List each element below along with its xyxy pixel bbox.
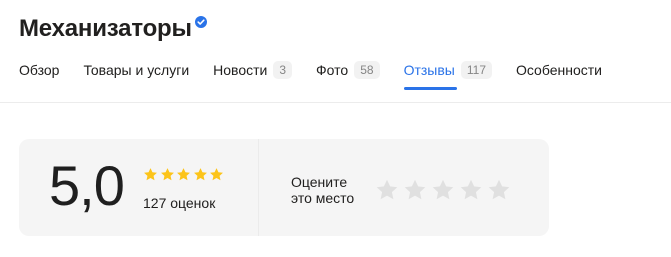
star-filled-icon: [193, 168, 207, 181]
rating-stars: [143, 167, 226, 182]
tabs-bar: Обзор Товары и услуги Новости 3 Фото 58 …: [19, 60, 626, 90]
tab-label: Отзывы: [403, 62, 455, 78]
tab-products-services[interactable]: Товары и услуги: [83, 60, 189, 80]
tab-photos[interactable]: Фото 58: [316, 60, 380, 80]
verified-check-icon: [194, 16, 207, 28]
tab-label: Новости: [213, 62, 268, 78]
tab-reviews[interactable]: Отзывы 117: [403, 60, 492, 90]
average-rating-value: 5,0: [49, 154, 125, 217]
tab-label: Особенности: [516, 62, 602, 78]
tab-label: Обзор: [19, 62, 60, 78]
tab-count-badge: 3: [273, 61, 293, 79]
tab-features[interactable]: Особенности: [516, 60, 602, 80]
rate-prompt-line1: Оцените: [291, 174, 348, 190]
tab-news[interactable]: Новости 3: [213, 60, 293, 80]
rating-count-text: 127 оценок: [143, 195, 216, 211]
tab-label: Товары и услуги: [83, 62, 190, 78]
business-title: Механизаторы: [19, 15, 192, 42]
star-filled-icon: [210, 168, 223, 181]
tab-overview[interactable]: Обзор: [19, 60, 59, 80]
star-empty-icon[interactable]: [431, 178, 455, 202]
active-tab-underline: [403, 87, 457, 90]
star-filled-icon: [160, 168, 174, 181]
business-header: Механизаторы Обзор Товары и услуги Новос…: [0, 0, 671, 103]
star-empty-icon[interactable]: [487, 178, 511, 202]
rate-prompt: Оцените это место: [291, 174, 371, 206]
star-empty-icon[interactable]: [375, 178, 399, 202]
star-empty-icon[interactable]: [459, 178, 483, 202]
star-filled-icon: [144, 168, 157, 181]
rate-prompt-line2: это место: [291, 190, 355, 206]
star-empty-icon[interactable]: [403, 178, 427, 202]
rate-stars-input: [375, 178, 515, 202]
tab-label: Фото: [316, 62, 349, 78]
card-divider: [258, 139, 259, 236]
rating-card: 5,0 127 оценок Оцените это место: [19, 139, 549, 236]
tab-count-badge: 58: [354, 61, 380, 79]
star-filled-icon: [177, 168, 190, 181]
title-row: Механизаторы: [19, 14, 207, 44]
tab-count-badge: 117: [460, 61, 492, 79]
